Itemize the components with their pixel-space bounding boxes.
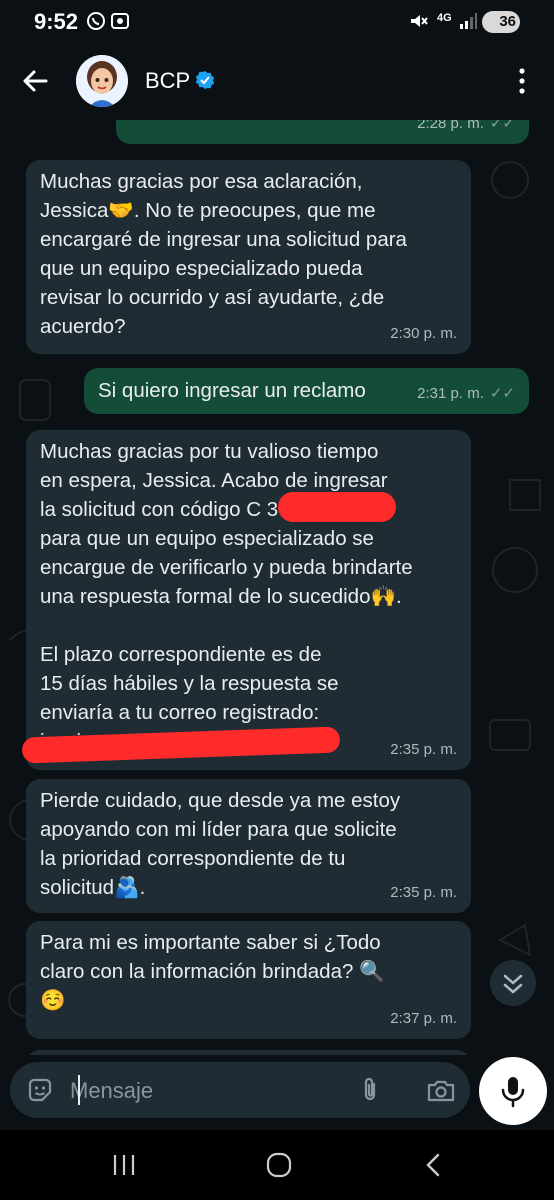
message-time: 2:37 p. m. bbox=[390, 1010, 457, 1027]
message-outgoing[interactable]: 2:28 p. m. ✓✓ bbox=[116, 120, 529, 144]
message-text: Para mi es importante saber si ¿Todo cla… bbox=[40, 931, 385, 1012]
screenshot-icon bbox=[110, 11, 130, 31]
message-time: 2:35 p. m. bbox=[390, 884, 457, 901]
message-input[interactable] bbox=[68, 1074, 342, 1108]
chat-header: BCP bbox=[0, 44, 554, 120]
attachment-icon[interactable] bbox=[356, 1076, 384, 1104]
message-text: Muchas gracias por tu valioso tiempo en … bbox=[40, 440, 413, 753]
verified-badge-icon bbox=[195, 70, 215, 90]
message-incoming[interactable]: Muchas gracias por tu valioso tiempo en … bbox=[26, 430, 471, 770]
message-time: 2:30 p. m. bbox=[390, 325, 457, 342]
whatsapp-icon bbox=[86, 11, 106, 31]
message-incoming[interactable]: Para mi es importante saber si ¿Todo cla… bbox=[26, 921, 471, 1039]
microphone-button[interactable] bbox=[479, 1057, 547, 1125]
text-caret bbox=[78, 1075, 80, 1105]
message-incoming[interactable] bbox=[26, 1050, 471, 1055]
back-arrow-icon[interactable] bbox=[20, 66, 50, 96]
message-time: 2:35 p. m. bbox=[390, 741, 457, 758]
message-text: Muchas gracias por esa aclaración, Jessi… bbox=[40, 170, 407, 338]
back-nav-icon[interactable] bbox=[420, 1152, 448, 1183]
microphone-icon bbox=[501, 1077, 525, 1108]
network-label: 4G bbox=[437, 12, 452, 24]
status-time: 9:52 bbox=[34, 9, 79, 34]
message-composer bbox=[10, 1062, 470, 1118]
message-meta: 2:28 p. m. ✓✓ bbox=[417, 120, 515, 138]
camera-icon[interactable] bbox=[426, 1076, 455, 1104]
mute-icon bbox=[408, 11, 428, 31]
home-icon[interactable] bbox=[265, 1152, 293, 1183]
sticker-icon[interactable] bbox=[26, 1076, 54, 1104]
message-incoming[interactable]: Muchas gracias por esa aclaración, Jessi… bbox=[26, 160, 471, 354]
contact-name[interactable]: BCP bbox=[145, 68, 190, 94]
message-incoming[interactable]: Pierde cuidado, que desde ya me estoy ap… bbox=[26, 779, 471, 913]
read-receipt-icon: ✓✓ bbox=[489, 385, 515, 402]
chat-area[interactable]: 2:28 p. m. ✓✓ Muchas gracias por esa acla… bbox=[0, 120, 554, 1055]
battery-indicator: 36 bbox=[482, 11, 520, 33]
redaction-mark bbox=[278, 492, 396, 522]
scroll-to-bottom-button[interactable] bbox=[490, 960, 536, 1006]
status-bar: 9:52 4G 36 bbox=[0, 0, 554, 44]
signal-icon bbox=[458, 11, 478, 31]
message-outgoing[interactable]: Si quiero ingresar un reclamo 2:31 p. m.… bbox=[84, 368, 529, 414]
avatar[interactable] bbox=[76, 55, 128, 107]
more-options-icon[interactable] bbox=[510, 64, 534, 98]
system-navigation-bar bbox=[0, 1130, 554, 1200]
read-receipt-icon: ✓✓ bbox=[489, 120, 515, 132]
recent-apps-icon[interactable] bbox=[110, 1152, 138, 1183]
message-meta: 2:31 p. m. ✓✓ bbox=[417, 385, 515, 402]
